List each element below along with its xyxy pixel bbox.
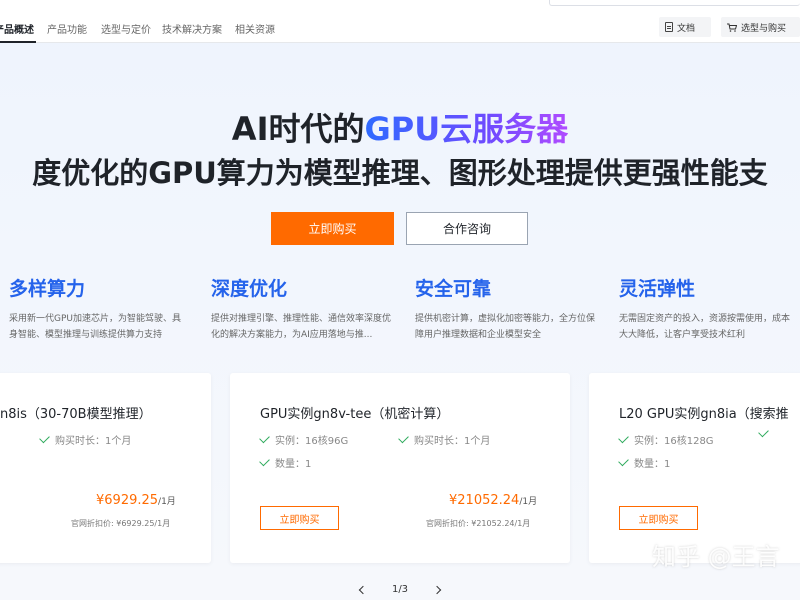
spec-item: 实例：16核128G	[618, 432, 714, 447]
check-icon	[39, 432, 50, 444]
chevron-right-icon[interactable]	[432, 585, 442, 594]
spec-item: 购买时长：1个月	[398, 432, 491, 447]
check-icon	[259, 455, 270, 467]
check-icon	[618, 455, 629, 467]
feature-title: 安全可靠	[415, 278, 492, 300]
docs-button[interactable]: 文档	[659, 17, 711, 37]
price-value: ¥21052.24	[449, 493, 520, 508]
card-buy-button[interactable]: 立即购买	[619, 506, 698, 530]
spec-text: 购买时长：1个月	[414, 436, 491, 447]
select-and-buy-button[interactable]: 选型与购买	[721, 17, 800, 37]
nav-item-features[interactable]: 产品功能	[47, 21, 87, 36]
nav-active-underline	[0, 41, 36, 43]
price-value: ¥6929.25	[96, 493, 159, 508]
search-box[interactable]	[549, 0, 800, 6]
feature-title: 多样算力	[9, 278, 86, 300]
top-nav: 产品概述 产品功能 选型与定价 技术解决方案 相关资源 文档 选型与购买	[0, 0, 800, 43]
page-indicator: 1/3	[391, 584, 409, 595]
feature-diverse-compute: 多样算力 采用新一代GPU加速芯片，为智能驾驶、具身智能、模型推理与训练提供算力…	[9, 274, 199, 343]
hero-subtitle: 度优化的GPU算力为模型推理、图形处理提供更强性能支	[32, 156, 768, 190]
spec-item	[758, 426, 769, 438]
price-unit: /1月	[519, 497, 538, 507]
cart-icon	[727, 23, 737, 32]
spec-text: 数量：1	[275, 459, 312, 470]
spec-item: 购买时长：1个月	[39, 432, 132, 447]
check-icon	[259, 432, 270, 444]
original-price: 官网折扣价: ¥6929.25/1月	[71, 519, 171, 528]
check-icon	[618, 432, 629, 444]
pagination: 1/3	[358, 584, 442, 595]
original-price: 官网折扣价: ¥21052.24/1月	[426, 519, 531, 528]
price: ¥6929.25/1月	[96, 493, 176, 508]
feature-title: 灵活弹性	[619, 278, 696, 300]
feature-deep-optimization: 深度优化 提供对推理引擎、推理性能、通信效率深度优化的解决方案能力，为AI应用落…	[211, 274, 401, 343]
product-title: GPU实例gn8v-tee（机密计算）	[260, 407, 450, 422]
document-icon	[665, 22, 673, 32]
nav-item-overview[interactable]: 产品概述	[0, 21, 34, 36]
feature-desc: 提供机密计算，虚拟化加密等能力，全方位保障用户推理数据和企业模型安全	[415, 314, 596, 340]
spec-item: 数量：1	[259, 455, 312, 470]
product-card: GPU实例gn8v-tee（机密计算） 实例：16核96G 购买时长：1个月 数…	[230, 373, 570, 563]
nav-item-solutions[interactable]: 技术解决方案	[162, 21, 222, 36]
hero-title: AI时代的GPU云服务器	[0, 104, 800, 150]
nav-item-pricing[interactable]: 选型与定价	[101, 21, 151, 36]
spec-text: 购买时长：1个月	[55, 436, 132, 447]
feature-desc: 采用新一代GPU加速芯片，为智能驾驶、具身智能、模型推理与训练提供算力支持	[9, 314, 181, 340]
product-card: L20 GPU实例gn8ia（搜索推 实例：16核128G 数量：1 立即购买	[589, 373, 800, 563]
buy-now-button[interactable]: 立即购买	[271, 212, 394, 245]
price: ¥21052.24/1月	[449, 493, 537, 508]
feature-secure-reliable: 安全可靠 提供机密计算，虚拟化加密等能力，全方位保障用户推理数据和企业模型安全	[415, 274, 605, 343]
nav-item-resources[interactable]: 相关资源	[235, 21, 275, 36]
hero-title-prefix: AI时代的	[231, 110, 365, 148]
feature-flexible-elastic: 灵活弹性 无需固定资产的投入，资源按需使用，成本大大降低，让客户享受技术红利	[619, 274, 800, 343]
product-title: L20 GPU实例gn8ia（搜索推	[619, 407, 789, 422]
price-unit: /1月	[158, 497, 176, 507]
select-and-buy-label: 选型与购买	[741, 23, 787, 34]
hero-title-accent: GPU云服务器	[364, 110, 569, 148]
card-buy-button[interactable]: 立即购买	[260, 506, 339, 530]
watermark: 知乎 @王言	[652, 543, 780, 571]
spec-text: 数量：1	[634, 459, 671, 470]
chevron-left-icon[interactable]	[358, 585, 368, 594]
feature-desc: 无需固定资产的投入，资源按需使用，成本大大降低，让客户享受技术红利	[619, 314, 791, 340]
check-icon	[758, 426, 769, 438]
product-title: n8is（30-70B模型推理）	[0, 407, 152, 422]
feature-title: 深度优化	[211, 278, 288, 300]
docs-button-label: 文档	[677, 23, 696, 34]
check-icon	[398, 432, 409, 444]
spec-text: 实例：16核96G	[275, 436, 349, 447]
consult-button[interactable]: 合作咨询	[406, 212, 528, 245]
feature-desc: 提供对推理引擎、推理性能、通信效率深度优化的解决方案能力，为AI应用落地与推..…	[211, 314, 392, 340]
spec-text: 实例：16核128G	[634, 436, 714, 447]
product-card: n8is（30-70B模型推理） 购买时长：1个月 ¥6929.25/1月 官网…	[0, 373, 211, 563]
spec-item: 实例：16核96G	[259, 432, 349, 447]
spec-item: 数量：1	[618, 455, 671, 470]
